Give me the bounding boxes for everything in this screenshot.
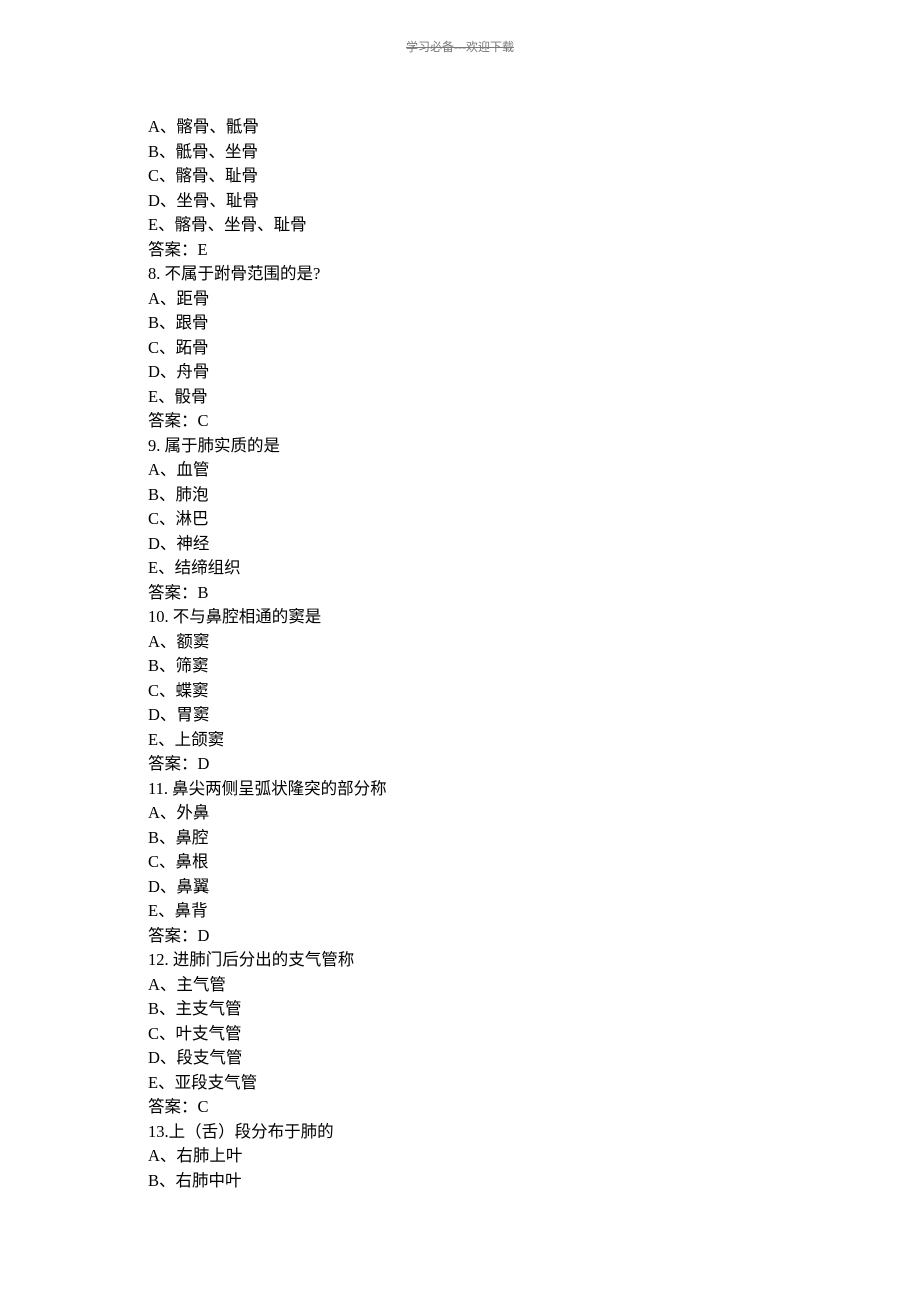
text-line: D、舟骨 bbox=[148, 360, 772, 385]
text-line: B、主支气管 bbox=[148, 997, 772, 1022]
text-line: A、外鼻 bbox=[148, 801, 772, 826]
question-line: 8. 不属于跗骨范围的是? bbox=[148, 262, 772, 287]
text-line: A、血管 bbox=[148, 458, 772, 483]
answer-line: 答案：C bbox=[148, 409, 772, 434]
question-line: 11. 鼻尖两侧呈弧状隆突的部分称 bbox=[148, 777, 772, 802]
text-line: B、右肺中叶 bbox=[148, 1169, 772, 1194]
text-line: E、骰骨 bbox=[148, 385, 772, 410]
text-line: D、鼻翼 bbox=[148, 875, 772, 900]
text-line: C、跖骨 bbox=[148, 336, 772, 361]
text-line: E、亚段支气管 bbox=[148, 1071, 772, 1096]
answer-line: 答案：E bbox=[148, 238, 772, 263]
text-line: C、鼻根 bbox=[148, 850, 772, 875]
header-text: 学习必备---欢迎下载 bbox=[406, 40, 514, 54]
question-line: 13.上（舌）段分布于肺的 bbox=[148, 1120, 772, 1145]
text-line: C、叶支气管 bbox=[148, 1022, 772, 1047]
question-line: 10. 不与鼻腔相通的窦是 bbox=[148, 605, 772, 630]
page-header: 学习必备---欢迎下载 bbox=[0, 38, 920, 55]
answer-line: 答案：B bbox=[148, 581, 772, 606]
text-line: D、坐骨、耻骨 bbox=[148, 189, 772, 214]
text-line: D、神经 bbox=[148, 532, 772, 557]
text-line: A、距骨 bbox=[148, 287, 772, 312]
text-line: E、结缔组织 bbox=[148, 556, 772, 581]
text-line: B、鼻腔 bbox=[148, 826, 772, 851]
text-line: C、蝶窦 bbox=[148, 679, 772, 704]
text-line: A、额窦 bbox=[148, 630, 772, 655]
text-line: A、右肺上叶 bbox=[148, 1144, 772, 1169]
text-line: B、骶骨、坐骨 bbox=[148, 140, 772, 165]
text-line: B、肺泡 bbox=[148, 483, 772, 508]
text-line: E、髂骨、坐骨、耻骨 bbox=[148, 213, 772, 238]
text-line: D、段支气管 bbox=[148, 1046, 772, 1071]
text-line: C、髂骨、耻骨 bbox=[148, 164, 772, 189]
text-line: D、胃窦 bbox=[148, 703, 772, 728]
answer-line: 答案：D bbox=[148, 924, 772, 949]
question-line: 12. 进肺门后分出的支气管称 bbox=[148, 948, 772, 973]
answer-line: 答案：C bbox=[148, 1095, 772, 1120]
question-line: 9. 属于肺实质的是 bbox=[148, 434, 772, 459]
text-line: B、跟骨 bbox=[148, 311, 772, 336]
text-line: E、上颌窦 bbox=[148, 728, 772, 753]
text-line: A、髂骨、骶骨 bbox=[148, 115, 772, 140]
text-line: E、鼻背 bbox=[148, 899, 772, 924]
text-line: B、筛窦 bbox=[148, 654, 772, 679]
answer-line: 答案：D bbox=[148, 752, 772, 777]
document-content: A、髂骨、骶骨 B、骶骨、坐骨 C、髂骨、耻骨 D、坐骨、耻骨 E、髂骨、坐骨、… bbox=[148, 115, 772, 1193]
text-line: A、主气管 bbox=[148, 973, 772, 998]
text-line: C、淋巴 bbox=[148, 507, 772, 532]
